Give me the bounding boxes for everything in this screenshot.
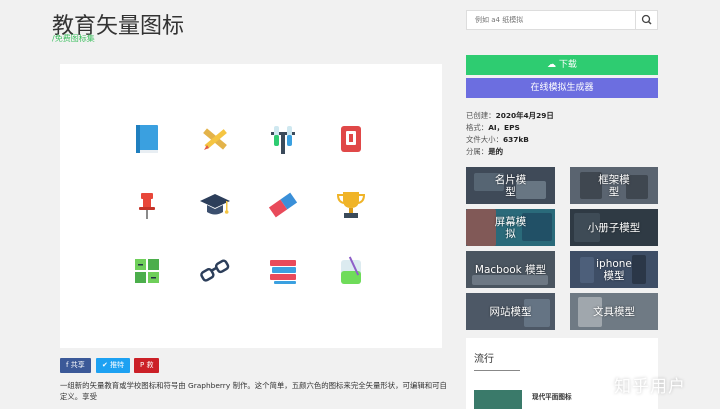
tile-label: Macbook 模型 [474,263,547,276]
pencil-ruler-icon [203,128,227,150]
tile-label: 屏幕模拟 [494,215,527,240]
trophy-icon [336,192,366,218]
twitter-share-button[interactable]: ✔ 推特 [96,358,131,373]
download-button[interactable]: ☁ 下载 [466,55,658,75]
search-box [466,10,658,30]
meta-size: 文件大小：637kB [466,135,529,144]
tile-iphone[interactable]: iphone 模型 [570,251,658,288]
sharpener-icon [341,126,361,152]
tile-label: 文具模型 [593,305,635,318]
book-icon [136,125,158,153]
tile-label: 小册子模型 [587,221,641,234]
popular-title: 流行 [474,354,494,365]
tile-macbook[interactable]: Macbook 模型 [466,251,555,288]
popular-item-link[interactable]: 现代平面图标 [532,391,572,401]
cloud-download-icon: ☁ [547,60,557,70]
tile-stationery[interactable]: 文具模型 [570,293,658,330]
tile-business-card[interactable]: 名片模型 [466,167,555,204]
tile-label: 名片模型 [494,173,527,198]
watermark: 知乎用户 [614,377,686,397]
tile-brochure[interactable]: 小册子模型 [570,209,658,246]
tile-screen[interactable]: 屏幕模拟 [466,209,555,246]
mockup-generator-button[interactable]: 在线模拟生成器 [466,78,658,98]
breadcrumb[interactable]: /免费图标集 [52,33,95,44]
twitter-icon: ✔ [102,361,108,369]
meta-attribution: 分属：是的 [466,147,503,156]
search-input[interactable] [467,11,635,29]
books-stack-icon [270,260,296,284]
graduation-cap-icon [200,194,230,215]
glasses-icon [200,259,230,282]
facebook-share-button[interactable]: f 共享 [60,358,91,373]
test-tubes-icon [271,126,295,154]
beaker-icon [341,256,361,284]
pushpin-icon [139,193,155,219]
meta-created: 已创建：2020年4月29日 [466,111,554,120]
tile-label: iphone 模型 [596,257,632,282]
twitter-share-label: 推特 [110,361,125,369]
search-icon [641,14,652,25]
description-text: 一组新的矢量教育或学校图标和符号由 Graphberry 制作。这个简单，五颜六… [60,381,447,401]
tile-label: 框架模型 [598,173,630,198]
tile-frame[interactable]: 框架模型 [570,167,658,204]
pinterest-share-button[interactable]: P 救 [134,358,160,373]
popular-item-thumbnail[interactable] [474,390,522,409]
calculator-icon [135,259,159,283]
download-label: 下载 [558,60,577,70]
search-button[interactable] [635,11,657,29]
tile-website[interactable]: 网站模型 [466,293,555,330]
meta-format: 格式：AI，EPS [466,123,520,132]
tile-label: 网站模型 [489,305,532,318]
preview-image [60,64,442,348]
eraser-icon [268,192,298,218]
divider [474,370,520,371]
